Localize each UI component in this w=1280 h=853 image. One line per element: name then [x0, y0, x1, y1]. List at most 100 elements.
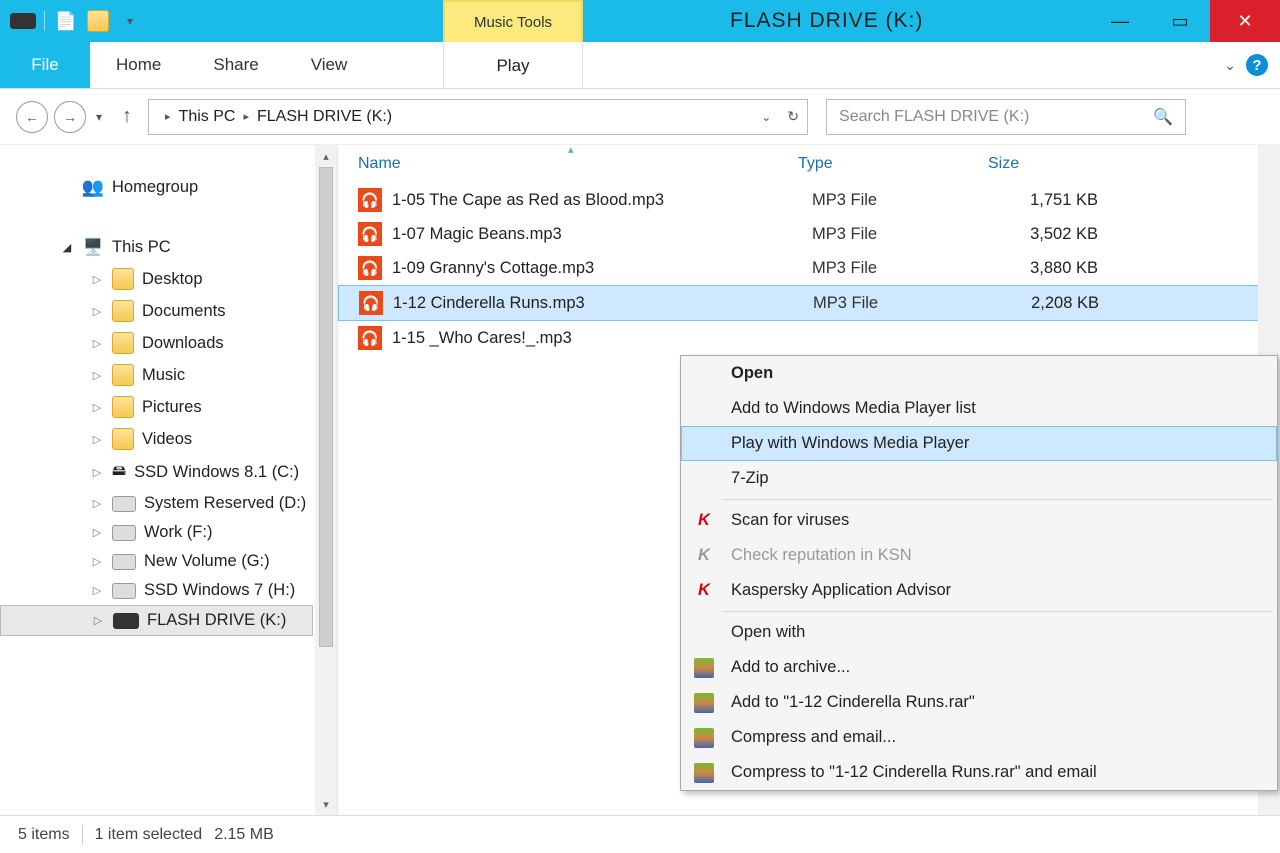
tab-view[interactable]: View — [285, 42, 374, 88]
expand-icon[interactable]: ▷ — [90, 526, 104, 539]
file-row[interactable]: 1-05 The Cape as Red as Blood.mp3 MP3 Fi… — [338, 183, 1280, 217]
contextual-tab-music-tools[interactable]: Music Tools — [443, 0, 583, 42]
expand-icon[interactable]: ▷ — [90, 497, 104, 510]
tab-play[interactable]: Play — [443, 42, 583, 89]
column-headers: ▴ Name Type Size — [338, 145, 1280, 183]
file-row[interactable]: 1-07 Magic Beans.mp3 MP3 File 3,502 KB — [338, 217, 1280, 251]
search-placeholder: Search FLASH DRIVE (K:) — [839, 108, 1029, 126]
column-name[interactable]: ▴ Name — [358, 155, 798, 173]
close-button[interactable]: ✕ — [1210, 0, 1280, 42]
winrar-icon — [693, 692, 715, 714]
crumb-separator-icon[interactable]: ▸ — [243, 110, 249, 123]
properties-icon[interactable]: 📄 — [51, 6, 81, 36]
file-row-selected[interactable]: 1-12 Cinderella Runs.mp3 MP3 File 2,208 … — [338, 285, 1280, 321]
up-button[interactable]: ↑ — [112, 105, 142, 128]
tab-home[interactable]: Home — [90, 42, 187, 88]
ctx-kaspersky-advisor[interactable]: Kaspersky Application Advisor — [681, 573, 1277, 608]
ribbon-expand-icon[interactable]: ⌄ — [1224, 57, 1236, 74]
ctx-check-ksn: Check reputation in KSN — [681, 538, 1277, 573]
tree-flash-drive-k[interactable]: ▷FLASH DRIVE (K:) — [0, 605, 313, 636]
file-size: 3,880 KB — [1002, 259, 1122, 278]
ctx-compress-email[interactable]: Compress and email... — [681, 720, 1277, 755]
ctx-scan-viruses[interactable]: Scan for viruses — [681, 503, 1277, 538]
expand-icon[interactable]: ▷ — [90, 337, 104, 350]
tree-downloads[interactable]: ▷Downloads — [0, 327, 337, 359]
tree-ssd-h[interactable]: ▷ SSD Windows 7 (H:) — [0, 576, 337, 605]
column-size[interactable]: Size — [988, 155, 1260, 173]
qat-dropdown-icon[interactable]: ▾ — [115, 6, 145, 36]
collapse-icon[interactable]: ◢ — [60, 241, 74, 254]
tree-this-pc[interactable]: ◢ 🖥️ This PC — [0, 231, 337, 263]
tree-new-volume-g[interactable]: ▷New Volume (G:) — [0, 547, 337, 576]
expand-icon[interactable]: ▷ — [90, 584, 104, 597]
address-dropdown-icon[interactable]: ⌄ — [757, 110, 775, 124]
help-icon[interactable]: ? — [1246, 54, 1268, 76]
search-input[interactable]: Search FLASH DRIVE (K:) 🔍 — [826, 99, 1186, 135]
ctx-play-wmp[interactable]: Play with Windows Media Player — [681, 426, 1277, 461]
ctx-add-to-rar[interactable]: Add to "1-12 Cinderella Runs.rar" — [681, 685, 1277, 720]
expand-icon[interactable]: ▷ — [90, 466, 104, 479]
file-row[interactable]: 1-09 Granny's Cottage.mp3 MP3 File 3,880… — [338, 251, 1280, 285]
refresh-icon[interactable]: ↻ — [787, 108, 799, 125]
drive-icon — [8, 6, 38, 36]
expand-icon[interactable]: ▷ — [90, 369, 104, 382]
mp3-icon — [358, 326, 382, 350]
tree-documents[interactable]: ▷ Documents — [0, 295, 337, 327]
ctx-add-wmp-list[interactable]: Add to Windows Media Player list — [681, 391, 1277, 426]
drive-icon: 🖴 — [112, 460, 126, 484]
minimize-button[interactable]: — — [1090, 0, 1150, 42]
tree-label: Pictures — [142, 398, 202, 417]
maximize-button[interactable]: ▭ — [1150, 0, 1210, 42]
scrollbar-thumb[interactable] — [319, 167, 333, 647]
sidebar-scrollbar[interactable]: ▴ ▾ — [315, 145, 337, 815]
mp3-icon — [358, 188, 382, 212]
tree-music[interactable]: ▷Music — [0, 359, 337, 391]
tree-videos[interactable]: ▷Videos — [0, 423, 337, 455]
expand-icon[interactable]: ▷ — [90, 273, 104, 286]
scroll-up-icon[interactable]: ▴ — [315, 145, 337, 167]
tab-share[interactable]: Share — [187, 42, 284, 88]
tree-label: SSD Windows 8.1 (C:) — [134, 463, 299, 482]
ctx-compress-to-email[interactable]: Compress to "1-12 Cinderella Runs.rar" a… — [681, 755, 1277, 790]
titlebar: 📄 ▾ Music Tools FLASH DRIVE (K:) — ▭ ✕ — [0, 0, 1280, 42]
ctx-7zip[interactable]: 7-Zip — [681, 461, 1277, 496]
tree-work-f[interactable]: ▷Work (F:) — [0, 518, 337, 547]
column-type[interactable]: Type — [798, 155, 988, 173]
ctx-add-archive[interactable]: Add to archive... — [681, 650, 1277, 685]
address-bar[interactable]: ▸ This PC ▸ FLASH DRIVE (K:) ⌄ ↻ — [148, 99, 808, 135]
expand-icon[interactable]: ▷ — [90, 305, 104, 318]
ctx-separator — [723, 611, 1273, 612]
ctx-open[interactable]: Open — [681, 356, 1277, 391]
ctx-open-with[interactable]: Open with — [681, 615, 1277, 650]
crumb-drive[interactable]: FLASH DRIVE (K:) — [257, 108, 392, 126]
tree-label: Documents — [142, 302, 225, 321]
expand-icon[interactable]: ▷ — [90, 555, 104, 568]
tree-homegroup[interactable]: 👥 Homegroup — [0, 171, 337, 203]
folder-icon[interactable] — [83, 6, 113, 36]
ctx-label: Compress to "1-12 Cinderella Runs.rar" a… — [731, 763, 1097, 782]
expand-icon[interactable]: ▷ — [91, 614, 105, 627]
folder-icon — [112, 396, 134, 418]
history-dropdown-icon[interactable]: ▾ — [92, 110, 106, 124]
homegroup-icon: 👥 — [82, 176, 104, 198]
file-row[interactable]: 1-15 _Who Cares!_.mp3 — [338, 321, 1280, 355]
ctx-label: Kaspersky Application Advisor — [731, 581, 951, 600]
expand-icon[interactable]: ▷ — [90, 401, 104, 414]
tree-system-reserved[interactable]: ▷System Reserved (D:) — [0, 489, 337, 518]
tree-desktop[interactable]: ▷ Desktop — [0, 263, 337, 295]
tree-label: Desktop — [142, 270, 203, 289]
crumb-separator-icon[interactable]: ▸ — [165, 110, 171, 123]
tree-ssd-c[interactable]: ▷ 🖴 SSD Windows 8.1 (C:) — [0, 455, 337, 489]
column-name-label: Name — [358, 155, 401, 172]
back-button[interactable]: ← — [16, 101, 48, 133]
crumb-this-pc[interactable]: This PC — [179, 108, 236, 126]
scroll-down-icon[interactable]: ▾ — [315, 793, 337, 815]
tab-file[interactable]: File — [0, 42, 90, 88]
file-size: 1,751 KB — [1002, 191, 1122, 210]
expand-icon[interactable]: ▷ — [90, 433, 104, 446]
winrar-icon — [693, 727, 715, 749]
tree-pictures[interactable]: ▷ Pictures — [0, 391, 337, 423]
forward-button[interactable]: → — [54, 101, 86, 133]
drive-icon — [112, 496, 136, 512]
tree-label: SSD Windows 7 (H:) — [144, 581, 295, 600]
